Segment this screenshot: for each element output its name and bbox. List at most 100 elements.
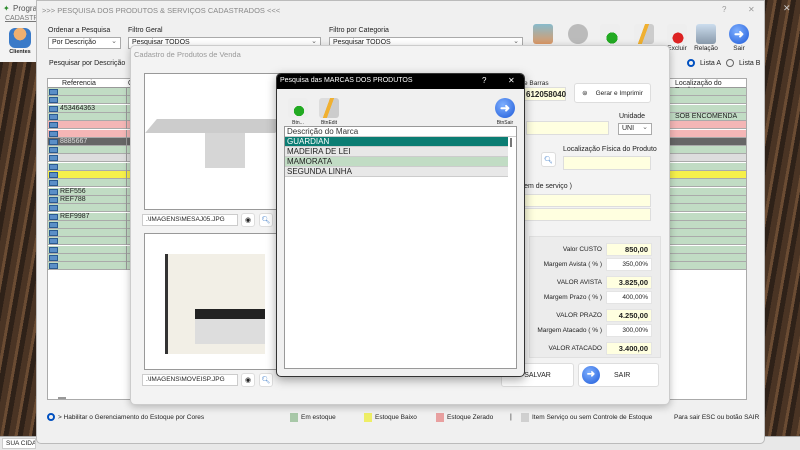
row-icon [49,163,58,170]
legend-swatch-estoque-zerado [436,413,444,422]
barcode-icon [568,24,588,44]
row-icon [49,246,58,253]
marca-list-item[interactable]: MAMORATA [285,157,508,167]
pricing-label: Margem Prazo ( % ) [543,293,602,301]
row-icon [49,172,58,178]
marcas-edit-button[interactable]: BtnEdit [314,98,344,126]
radio-lista-a-label: Lista A [700,59,722,67]
image1-path-input[interactable]: .\IMAGENS\MESAJ05.JPG [142,214,238,226]
toolbar-new-button[interactable] [594,24,626,45]
habilitar-radio[interactable] [47,413,55,421]
camera-icon[interactable]: ◉ [241,213,255,227]
marca-list-item[interactable]: MADEIRA DE LEI [285,147,508,157]
marcas-exit-button[interactable]: ➜ BtnSair [490,98,520,126]
search-icon[interactable]: 🔍︎ [259,373,273,387]
legend-swatch-item-servico [521,413,529,422]
legend-item-servico: Item Serviço ou sem Controle de Estoque [532,414,653,421]
clients-icon [9,28,31,48]
toolbar-barcode-button[interactable] [562,24,594,45]
pricing-value[interactable]: 3.825,00 [606,276,652,289]
edit-document-icon [634,24,654,44]
toolbar-relacao-button[interactable]: Relação [690,24,722,52]
marcas-help-button[interactable]: ? [482,76,486,85]
legend-em-estoque: Em estoque [301,414,336,421]
help-button[interactable]: ? [722,5,726,14]
marcas-titlebar: Pesquisa das MARCAS DOS PRODUTOS ? ✕ [277,74,524,89]
marcas-list[interactable]: Descrição do Marca GUARDIAN MADEIRA DE LE… [284,126,517,369]
toolbar-edit-button[interactable] [628,24,660,45]
pricing-value[interactable]: 350,00% [606,257,652,271]
barcode-icon: ⊜ [582,90,588,97]
ordenar-label: Ordenar a Pesquisa [48,27,111,34]
window-title: >>> PESQUISA DOS PRODUTOS & SERVIÇOS CAD… [42,6,281,15]
row-icon [49,122,58,129]
exit-arrow-icon: ➜ [582,366,600,384]
row-icon [49,230,58,237]
search-icon[interactable]: 🔍︎ [541,152,556,167]
cadastro-title: Cadastro de Produtos de Venda [134,50,241,59]
clientes-button[interactable]: Clientes [5,28,35,62]
toolbar-sair-button[interactable]: ➜ Sair [723,24,755,52]
unidade-select[interactable]: UNI [618,123,652,135]
legend-estoque-baixo: Estoque Baixo [375,414,417,421]
marcas-title: Pesquisa das MARCAS DOS PRODUTOS [280,77,413,84]
habilitar-label: > Habilitar o Gerenciamento do Estoque p… [58,414,205,421]
pricing-value[interactable]: 300,00% [606,323,652,337]
pricing-value[interactable]: 400,00% [606,290,652,304]
ordem-input-2[interactable] [523,208,651,221]
marcas-list-header: Descrição do Marca [285,127,516,137]
cell-referencia: 453464363 [60,104,96,112]
barcode-input[interactable]: 612058040 [523,87,566,101]
close-button[interactable]: ✕ [748,5,755,14]
printer-icon [696,24,716,44]
sair-button[interactable]: ➜ SAIR [578,363,659,387]
filtro-geral-label: Filtro Geral [128,27,163,34]
exit-arrow-icon: ➜ [729,24,749,44]
radio-lista-b[interactable] [726,59,735,67]
edit-document-icon [319,98,339,118]
product-image-2 [144,233,281,370]
background-close-icon[interactable]: ✕ [783,3,791,14]
marcas-new-button[interactable]: Btn... [283,98,313,126]
menu-cadastro[interactable]: CADASTR [5,15,38,22]
image2-path-input[interactable]: .\IMAGENS\MOVEISP.JPG [142,374,238,386]
pricing-label: VALOR AVISTA [556,279,602,286]
ordem-input-1[interactable] [523,194,651,207]
scroll-indicator[interactable] [58,397,66,399]
row-icon [49,113,58,120]
row-icon [49,255,58,261]
filtro-categoria-label: Filtro por Categoria [329,27,389,34]
radio-lista-a[interactable] [687,59,695,67]
legend-footer: > Habilitar o Gerenciamento do Estoque p… [37,411,766,425]
pricing-value[interactable]: 4.250,00 [606,309,652,322]
row-icon [49,147,58,154]
camera-icon[interactable]: ◉ [241,373,255,387]
pricing-value[interactable]: 850,00 [606,243,652,256]
marca-list-item[interactable]: GUARDIAN [285,137,508,147]
ordenar-select[interactable]: Por Descrição [48,37,121,49]
toolbar-image-button[interactable] [527,24,559,45]
add-document-icon [288,98,308,118]
add-document-icon [600,24,620,44]
description-input[interactable] [526,121,609,135]
marcas-scrollbar[interactable] [510,138,512,147]
row-icon [49,89,58,95]
clientes-label: Clientes [9,49,31,55]
radio-lista-b-label: Lista B [739,59,761,67]
image-icon [533,24,553,44]
row-icon [49,180,58,187]
gerar-imprimir-button[interactable]: ⊜ Gerar e Imprimir [574,83,651,103]
pricing-panel: Valor CUSTO 850,00 Margem Avista ( % ) 350,… [529,236,661,358]
search-icon[interactable]: 🔍︎ [259,213,273,227]
marca-list-item[interactable]: SEGUNDA LINHA [285,167,508,177]
salvar-label: SALVAR [524,371,551,379]
marcas-close-button[interactable]: ✕ [508,76,515,85]
pricing-label: Margem Atacado ( % ) [537,326,602,334]
localizacao-label: Localização Física do Produto [563,146,657,153]
barras-label: e Barras [524,80,549,87]
row-icon [49,238,58,245]
pricing-label: VALOR PRAZO [556,312,602,319]
localizacao-input[interactable] [563,156,651,170]
pricing-value[interactable]: 3.400,00 [606,342,652,355]
gerar-label: Gerar e Imprimir [595,89,643,97]
